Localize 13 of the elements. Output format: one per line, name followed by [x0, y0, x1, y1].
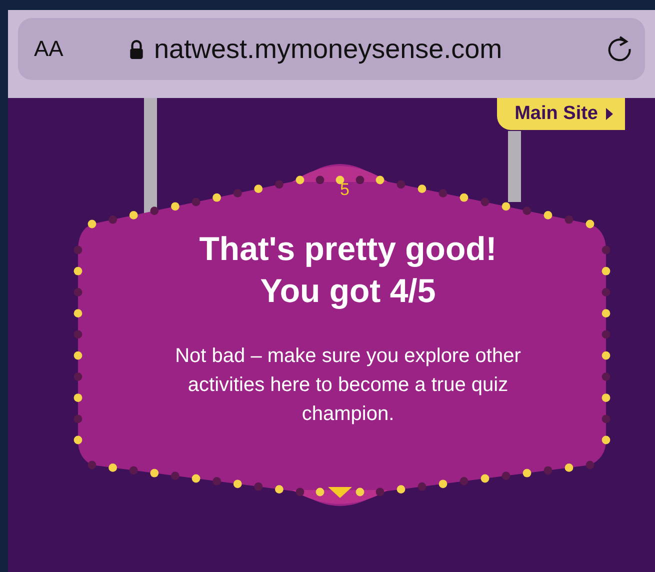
address-bar[interactable]: AA natwest.mymoneysense.com	[18, 18, 645, 80]
result-message: Not bad – make sure you explore other activities here to become a true quiz champion.	[174, 344, 522, 427]
url-text: natwest.mymoneysense.com	[154, 34, 502, 64]
play-icon	[606, 108, 613, 120]
question-number: 5	[340, 180, 350, 200]
down-arrow-icon[interactable]	[328, 487, 352, 498]
support-pole	[508, 131, 521, 202]
lock-icon	[129, 40, 144, 58]
text-size-button[interactable]: AA	[34, 36, 94, 62]
title-line: You got 4/5	[259, 271, 437, 311]
main-site-link[interactable]: Main Site	[496, 98, 625, 130]
title-line: That's pretty good!	[199, 229, 497, 269]
reload-icon[interactable]	[607, 35, 633, 63]
